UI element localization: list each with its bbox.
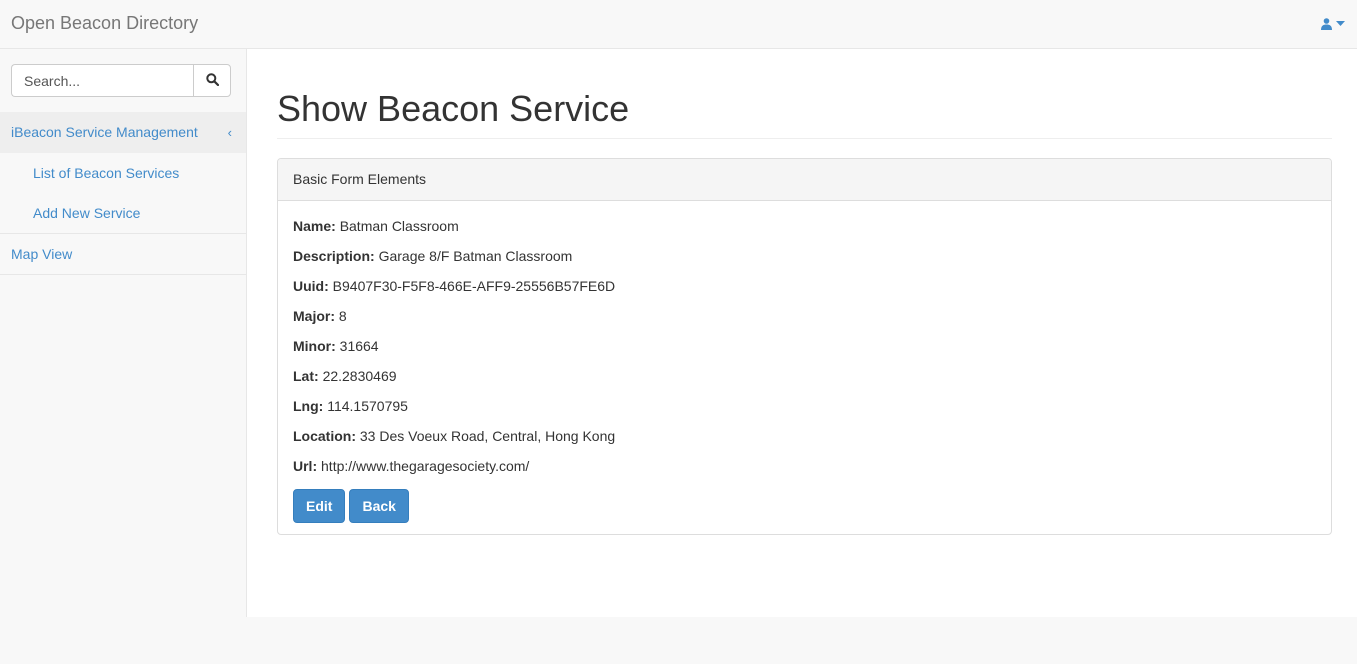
user-menu-toggle[interactable] — [1321, 14, 1345, 34]
top-navbar: Open Beacon Directory — [0, 0, 1357, 49]
field-major: Major: 8 — [293, 305, 1316, 335]
field-value: Garage 8/F Batman Classroom — [378, 248, 573, 264]
field-label: Major: — [293, 308, 335, 324]
field-location: Location: 33 Des Voeux Road, Central, Ho… — [293, 425, 1316, 455]
sidebar-nav: iBeacon Service Management ‹ List of Bea… — [0, 112, 246, 275]
field-description: Description: Garage 8/F Batman Classroom — [293, 245, 1316, 275]
field-label: Uuid: — [293, 278, 329, 294]
field-value: 8 — [338, 308, 347, 324]
field-label: Location: — [293, 428, 356, 444]
edit-button[interactable]: Edit — [293, 489, 346, 523]
field-label: Minor: — [293, 338, 336, 354]
chevron-left-icon: ‹ — [227, 125, 232, 140]
page-header: Show Beacon Service — [277, 89, 1332, 139]
field-lat: Lat: 22.2830469 — [293, 365, 1316, 395]
field-url: Url: http://www.thegaragesociety.com/ — [293, 455, 1316, 485]
field-value: http://www.thegaragesociety.com/ — [321, 458, 530, 474]
search-icon — [205, 72, 219, 89]
back-button[interactable]: Back — [349, 489, 409, 523]
field-label: Url: — [293, 458, 318, 474]
action-buttons: Edit Back — [293, 489, 1316, 523]
field-label: Lat: — [293, 368, 319, 384]
field-value: Batman Classroom — [339, 218, 459, 234]
sidebar-item-add-new-service[interactable]: Add New Service — [0, 193, 246, 233]
sidebar-item-label: iBeacon Service Management — [11, 124, 198, 140]
field-label: Lng: — [293, 398, 324, 414]
field-lng: Lng: 114.1570795 — [293, 395, 1316, 425]
field-value: 22.2830469 — [322, 368, 397, 384]
sidebar-item-map-view[interactable]: Map View — [0, 234, 246, 275]
field-label: Name: — [293, 218, 336, 234]
detail-panel: Basic Form Elements Name: Batman Classro… — [277, 158, 1332, 535]
search-button[interactable] — [193, 64, 231, 97]
sidebar-item-list-of-beacon-services[interactable]: List of Beacon Services — [0, 153, 246, 193]
sidebar-submenu: List of Beacon Services Add New Service — [0, 153, 246, 234]
sidebar-item-label: Map View — [11, 246, 73, 262]
caret-down-icon — [1336, 21, 1345, 27]
panel-body: Name: Batman Classroom Description: Gara… — [278, 201, 1331, 523]
panel-heading: Basic Form Elements — [278, 159, 1331, 201]
field-value: 114.1570795 — [327, 398, 408, 414]
user-icon — [1321, 18, 1332, 30]
page-title: Show Beacon Service — [277, 88, 630, 129]
field-uuid: Uuid: B9407F30-F5F8-466E-AFF9-25556B57FE… — [293, 275, 1316, 305]
main-content: Show Beacon Service Basic Form Elements … — [247, 49, 1357, 617]
field-minor: Minor: 31664 — [293, 335, 1316, 365]
field-label: Description: — [293, 248, 375, 264]
search-input[interactable] — [11, 64, 193, 97]
sidebar-search — [11, 64, 231, 97]
sidebar-item-ibeacon-service-management[interactable]: iBeacon Service Management ‹ — [0, 112, 246, 153]
field-value: 33 Des Voeux Road, Central, Hong Kong — [359, 428, 616, 444]
sidebar: iBeacon Service Management ‹ List of Bea… — [0, 49, 247, 617]
brand[interactable]: Open Beacon Directory — [11, 12, 198, 34]
field-value: 31664 — [339, 338, 379, 354]
field-name: Name: Batman Classroom — [293, 215, 1316, 245]
field-value: B9407F30-F5F8-466E-AFF9-25556B57FE6D — [332, 278, 616, 294]
